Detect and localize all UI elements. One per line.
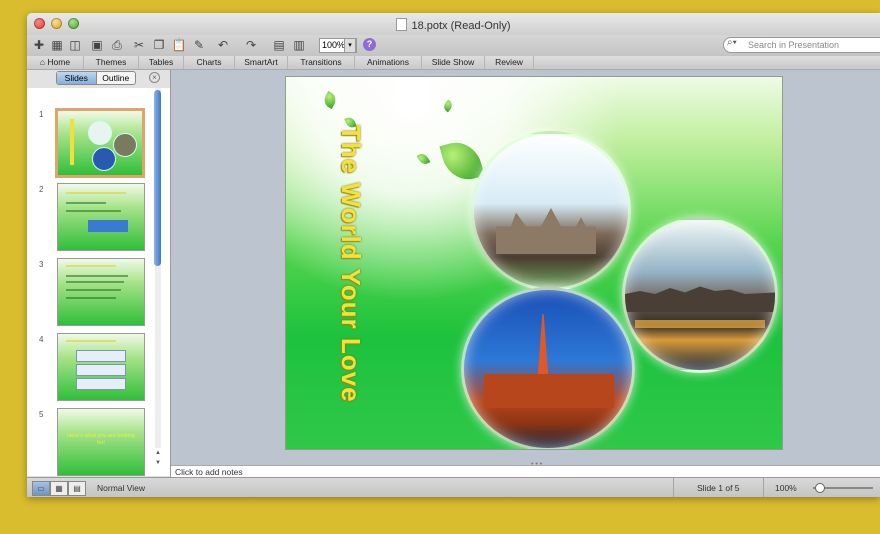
slide-number: 4 — [39, 335, 44, 344]
castle-photo-bubble[interactable] — [471, 131, 631, 291]
town-lights — [635, 320, 765, 328]
slide-number: 5 — [39, 410, 44, 419]
normal-view-button[interactable]: ▭ — [32, 481, 50, 496]
thumb-box — [76, 364, 126, 376]
slide-number: 3 — [39, 260, 44, 269]
tab-charts[interactable]: Charts — [184, 56, 235, 69]
tab-transitions[interactable]: Transitions — [288, 56, 355, 69]
leaf-decoration — [416, 151, 431, 167]
paris-hotel-photo-bubble[interactable] — [461, 287, 635, 449]
print-icon[interactable]: ⎙ — [109, 37, 125, 53]
town-shape — [625, 286, 775, 312]
paste-icon[interactable]: 📋 — [171, 37, 187, 53]
scroll-up-icon[interactable]: ▲ — [154, 450, 162, 458]
zoom-percent: 100% — [775, 483, 797, 493]
thumb-graphic — [88, 220, 128, 232]
pane-view-toggle: Slides Outline — [56, 71, 136, 85]
search-icon: ⌕▾ — [727, 37, 737, 48]
thumb-bubble — [113, 133, 137, 157]
thumb-title — [66, 265, 116, 267]
slide-layout-icon[interactable]: ▥ — [291, 37, 307, 53]
slide-thumbnail-5[interactable]: Here's what you are looking for! — [57, 408, 145, 476]
gallery-icon[interactable]: ▦ — [49, 37, 65, 53]
tab-animations[interactable]: Animations — [355, 56, 422, 69]
new-icon[interactable]: ✚ — [31, 37, 47, 53]
tab-themes[interactable]: Themes — [84, 56, 139, 69]
slide-canvas[interactable]: The World Your Love — [285, 76, 783, 450]
hotel-shape — [484, 374, 614, 408]
help-icon[interactable]: ? — [363, 38, 376, 51]
thumb-bubble — [92, 147, 116, 171]
save-icon[interactable]: ▣ — [89, 37, 105, 53]
copy-icon[interactable]: ❐ — [151, 37, 167, 53]
slide-editor: The World Your Love — [171, 70, 880, 465]
splitter-grip-icon[interactable]: • • • — [531, 459, 542, 471]
slides-pane: Slides Outline × 1 2 3 4 5 Here's what y… — [27, 70, 171, 477]
slide-number: 2 — [39, 185, 44, 194]
document-icon — [396, 18, 408, 31]
lakeside-town-photo-bubble[interactable] — [622, 217, 778, 373]
leaf-decoration — [441, 99, 455, 113]
slide-title[interactable]: The World Your Love — [336, 125, 366, 415]
cut-icon[interactable]: ✂ — [131, 37, 147, 53]
window-title: 18.potx (Read-Only) — [27, 18, 880, 32]
tab-home[interactable]: ⌂ Home — [27, 56, 84, 69]
tab-review[interactable]: Review — [485, 56, 534, 69]
thumb-line — [66, 289, 121, 291]
tab-smartart[interactable]: SmartArt — [235, 56, 288, 69]
slide-thumbnail-1[interactable] — [55, 108, 145, 178]
thumb-box — [76, 350, 126, 362]
ribbon-tabs: ⌂ Home Themes Tables Charts SmartArt Tra… — [27, 56, 880, 70]
thumb-text: Here's what you are looking for! — [67, 433, 135, 446]
thumb-title — [70, 119, 74, 165]
insert-slide-icon[interactable]: ▤ — [271, 37, 287, 53]
scroll-down-icon[interactable]: ▼ — [154, 460, 162, 468]
thumb-line — [66, 275, 128, 277]
thumbnails-scrollbar[interactable] — [154, 90, 161, 266]
leaf-decoration — [321, 90, 339, 110]
slide-sorter-button[interactable]: ▦ — [50, 481, 68, 496]
thumb-line — [66, 297, 116, 299]
divider — [763, 478, 764, 497]
slide-show-button[interactable]: ▤ — [68, 481, 86, 496]
thumb-line — [66, 281, 124, 283]
title-bar: 18.potx (Read-Only) — [27, 13, 880, 35]
thumb-box — [76, 378, 126, 390]
undo-icon[interactable]: ↶ — [215, 37, 231, 53]
slide-thumbnail-2[interactable] — [57, 183, 145, 251]
status-bar: ▭ ▦ ▤ Normal View Slide 1 of 5 100% — [27, 477, 880, 497]
presentation-window: 18.potx (Read-Only) ✚ ▦ ◫ ▣ ⎙ ✂ ❐ 📋 ✎ ↶ … — [27, 13, 880, 497]
thumb-line — [66, 210, 121, 212]
zoom-dropdown-icon[interactable]: ▾ — [344, 38, 356, 53]
thumb-line — [66, 202, 106, 204]
zoom-slider-knob[interactable] — [815, 483, 825, 493]
search-input[interactable]: ⌕▾ Search in Presentation — [723, 37, 880, 53]
slide-thumbnail-4[interactable] — [57, 333, 145, 401]
view-label: Normal View — [97, 483, 146, 493]
divider — [673, 478, 674, 497]
templates-icon[interactable]: ◫ — [67, 37, 83, 53]
redo-icon[interactable]: ↷ — [243, 37, 259, 53]
thumb-title — [66, 192, 126, 194]
tab-outline[interactable]: Outline — [97, 72, 136, 84]
slide-thumbnails: 1 2 3 4 5 Here's what you are looking fo… — [27, 88, 170, 476]
format-painter-icon[interactable]: ✎ — [191, 37, 207, 53]
tab-slides[interactable]: Slides — [57, 72, 97, 84]
tab-slide-show[interactable]: Slide Show — [422, 56, 485, 69]
castle-shape — [496, 208, 596, 254]
thumb-title — [66, 340, 116, 342]
standard-toolbar: ✚ ▦ ◫ ▣ ⎙ ✂ ❐ 📋 ✎ ↶ ↷ ▤ ▥ 100% ▾ ? ⌕▾ Se… — [27, 35, 880, 56]
tab-tables[interactable]: Tables — [139, 56, 184, 69]
close-pane-icon[interactable]: × — [149, 72, 160, 83]
thumb-bubble — [88, 121, 112, 145]
slide-number: 1 — [39, 110, 44, 119]
slide-thumbnail-3[interactable] — [57, 258, 145, 326]
slide-indicator: Slide 1 of 5 — [697, 483, 740, 493]
